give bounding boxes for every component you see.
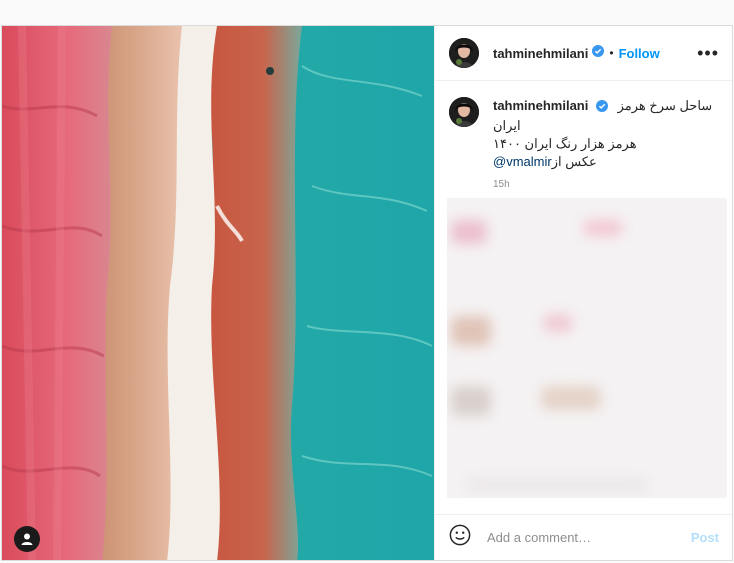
post-timestamp[interactable]: 15h <box>493 179 719 190</box>
user-tag-icon[interactable] <box>14 526 40 552</box>
verified-badge-icon <box>595 99 608 117</box>
post-sidebar: tahminehmilani • Follow ••• tahminehmila… <box>434 26 732 560</box>
avatar[interactable] <box>449 38 479 68</box>
emoji-icon[interactable] <box>449 524 471 551</box>
caption-author-username[interactable]: tahminehmilani <box>493 98 588 113</box>
post-card: tahminehmilani • Follow ••• tahminehmila… <box>1 25 733 561</box>
post-caption: tahminehmilani ساحل سرخ هرمز ایران هرمز … <box>435 81 732 199</box>
caption-line-2: ایران <box>493 118 521 133</box>
post-author-username[interactable]: tahminehmilani <box>493 46 588 61</box>
comment-bar: Post <box>435 514 732 560</box>
caption-line-4-text: عکس از <box>551 154 601 169</box>
follow-separator: • <box>609 46 614 60</box>
comment-input[interactable] <box>485 529 691 546</box>
verified-badge-icon <box>592 44 605 62</box>
caption-text: tahminehmilani ساحل سرخ هرمز ایران هرمز … <box>493 97 719 171</box>
more-options-icon[interactable]: ••• <box>697 43 719 64</box>
post-comment-button[interactable]: Post <box>691 530 719 545</box>
post-image[interactable] <box>2 26 434 560</box>
follow-button[interactable]: Follow <box>619 46 660 61</box>
caption-line-4: @vmalmir عکس از <box>493 153 719 171</box>
caption-line-1: ساحل سرخ هرمز <box>617 98 713 113</box>
beach-aerial-photo <box>2 26 434 560</box>
blurred-comments <box>447 198 727 498</box>
post-header: tahminehmilani • Follow ••• <box>435 26 732 81</box>
avatar[interactable] <box>449 97 479 127</box>
mention-link[interactable]: @vmalmir <box>493 154 552 169</box>
caption-line-3: هرمز هزار رنگ ایران ۱۴۰۰ <box>493 136 637 151</box>
